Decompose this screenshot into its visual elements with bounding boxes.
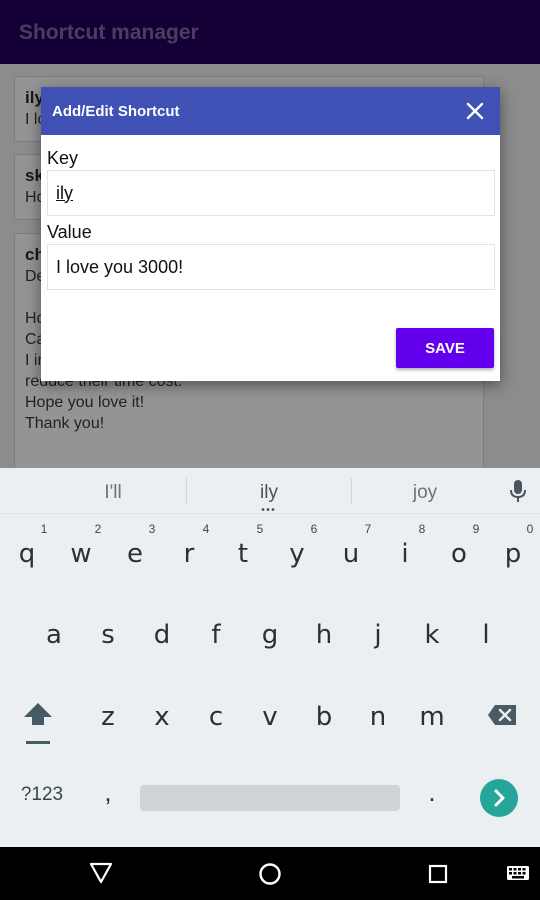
- square-recent-icon[interactable]: [428, 864, 448, 884]
- backspace-icon[interactable]: [487, 704, 517, 726]
- value-input[interactable]: [47, 244, 495, 290]
- key-l[interactable]: l: [459, 605, 513, 665]
- key-t[interactable]: t: [216, 524, 270, 584]
- key-w[interactable]: w: [54, 524, 108, 584]
- suggestion-bar: I'll ily joy: [0, 468, 540, 514]
- key-h[interactable]: h: [297, 605, 351, 665]
- key-f[interactable]: f: [189, 605, 243, 665]
- key-b[interactable]: b: [297, 687, 351, 747]
- key-k[interactable]: k: [405, 605, 459, 665]
- key-r[interactable]: r: [162, 524, 216, 584]
- suggestion-1[interactable]: I'll: [53, 482, 173, 504]
- key-input[interactable]: [47, 170, 495, 216]
- navigation-bar: [0, 847, 540, 900]
- triangle-back-icon[interactable]: [89, 862, 113, 884]
- key-m[interactable]: m: [405, 687, 459, 747]
- period-key[interactable]: .: [420, 777, 444, 808]
- key-p[interactable]: p: [486, 524, 540, 584]
- add-edit-shortcut-dialog: Add/Edit Shortcut Key Value SAVE: [41, 87, 500, 381]
- key-v[interactable]: v: [243, 687, 297, 747]
- key-j[interactable]: j: [351, 605, 405, 665]
- shift-icon[interactable]: [22, 699, 54, 747]
- more-suggestions-icon: [261, 508, 275, 511]
- comma-key[interactable]: ,: [96, 777, 120, 808]
- chevron-right-icon: [494, 789, 505, 807]
- suggestion-3[interactable]: joy: [365, 482, 485, 504]
- key-e[interactable]: e: [108, 524, 162, 584]
- dialog-header: Add/Edit Shortcut: [41, 87, 500, 135]
- suggestion-divider: [186, 478, 187, 504]
- space-bar[interactable]: [140, 785, 400, 811]
- key-s[interactable]: s: [81, 605, 135, 665]
- close-icon[interactable]: [465, 101, 485, 121]
- key-q[interactable]: q: [0, 524, 54, 584]
- key-n[interactable]: n: [351, 687, 405, 747]
- key-o[interactable]: o: [432, 524, 486, 584]
- enter-key[interactable]: [480, 779, 518, 817]
- circle-home-icon[interactable]: [258, 862, 282, 886]
- key-a[interactable]: a: [27, 605, 81, 665]
- save-button[interactable]: SAVE: [396, 328, 494, 368]
- soft-keyboard: I'll ily joy 1 2 3 4 5 6 7 8 9 0 q w e r…: [0, 468, 540, 847]
- key-g[interactable]: g: [243, 605, 297, 665]
- key-u[interactable]: u: [324, 524, 378, 584]
- suggestion-2[interactable]: ily: [209, 482, 329, 504]
- symbols-key[interactable]: ?123: [14, 784, 70, 806]
- value-label: Value: [47, 222, 92, 242]
- key-z[interactable]: z: [81, 687, 135, 747]
- mic-icon[interactable]: [508, 479, 528, 503]
- key-i[interactable]: i: [378, 524, 432, 584]
- key-label: Key: [47, 148, 79, 168]
- key-x[interactable]: x: [135, 687, 189, 747]
- key-c[interactable]: c: [189, 687, 243, 747]
- key-d[interactable]: d: [135, 605, 189, 665]
- suggestion-divider: [351, 478, 352, 504]
- key-y[interactable]: y: [270, 524, 324, 584]
- dialog-title: Add/Edit Shortcut: [52, 103, 180, 120]
- keyboard-icon[interactable]: [506, 865, 530, 883]
